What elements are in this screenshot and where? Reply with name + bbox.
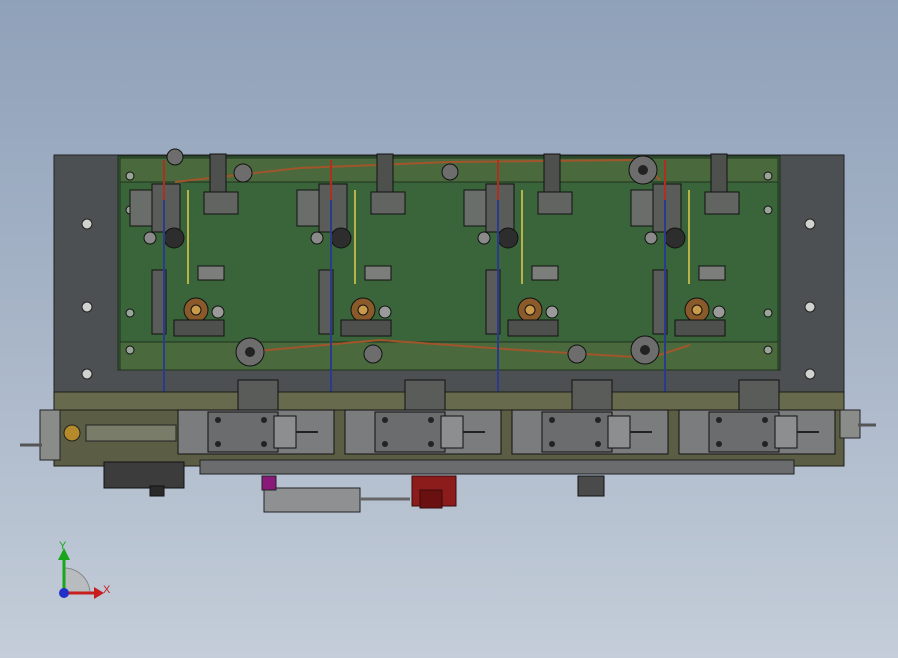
lever-arm xyxy=(698,265,726,281)
slide-end-block xyxy=(607,415,631,449)
triad-y-label: Y xyxy=(59,540,67,552)
base-clamp xyxy=(507,319,559,337)
lever-arm xyxy=(197,265,225,281)
triad-plane-patch xyxy=(63,567,91,594)
top-gripper xyxy=(710,153,728,195)
clamp-block xyxy=(652,183,682,233)
slide-bolt xyxy=(762,417,768,423)
base-clamp xyxy=(173,319,225,337)
gear-hub xyxy=(357,304,369,316)
gripper-body xyxy=(704,191,740,215)
slide-bolt xyxy=(716,441,722,447)
adjust-knob xyxy=(545,305,559,319)
slide-carriage xyxy=(237,379,279,413)
slide-end-block xyxy=(774,415,798,449)
clamp-arm xyxy=(129,189,153,227)
slide-carriage xyxy=(404,379,446,413)
slide-end-block xyxy=(440,415,464,449)
slide-bolt xyxy=(549,417,555,423)
base-end-left xyxy=(39,409,61,461)
top-gripper xyxy=(376,153,394,195)
roller-wheel xyxy=(330,227,352,249)
magenta-block xyxy=(261,475,277,491)
slide-bolt xyxy=(382,417,388,423)
top-gripper xyxy=(209,153,227,195)
slide-bolt xyxy=(595,417,601,423)
clamp-block xyxy=(485,183,515,233)
slide-bolt xyxy=(762,441,768,447)
base-end-right xyxy=(839,409,861,439)
slide-bolt xyxy=(595,441,601,447)
slide-bolt xyxy=(428,441,434,447)
lever-arm xyxy=(364,265,392,281)
top-gripper xyxy=(543,153,561,195)
cad-viewport[interactable]: Y X xyxy=(0,0,898,658)
lever-arm xyxy=(531,265,559,281)
slide-carriage xyxy=(738,379,780,413)
gripper-body xyxy=(203,191,239,215)
slide-bolt xyxy=(215,417,221,423)
adjust-knob xyxy=(378,305,392,319)
slide-bolt xyxy=(261,441,267,447)
guide-rod-left xyxy=(85,424,177,442)
idler-wheel xyxy=(644,231,658,245)
air-cylinder xyxy=(263,487,361,513)
adjust-knob xyxy=(712,305,726,319)
clamp-arm xyxy=(463,189,487,227)
roller-wheel xyxy=(664,227,686,249)
clamp-block xyxy=(151,183,181,233)
gear-hub xyxy=(524,304,536,316)
gear-hub xyxy=(190,304,202,316)
gripper-body xyxy=(370,191,406,215)
base-top-strip xyxy=(53,391,845,411)
clamp-arm xyxy=(296,189,320,227)
clamp-arm xyxy=(630,189,654,227)
gear-hub xyxy=(691,304,703,316)
gripper-body xyxy=(537,191,573,215)
triad-x-label: X xyxy=(103,584,111,596)
motor-shaft xyxy=(149,485,165,497)
bearing-left xyxy=(63,424,81,442)
base-clamp xyxy=(674,319,726,337)
slide-bolt xyxy=(261,417,267,423)
slide-bolt xyxy=(716,417,722,423)
red-cylinder-cap xyxy=(419,489,443,509)
slide-bolt xyxy=(428,417,434,423)
slide-bolt xyxy=(215,441,221,447)
idler-wheel xyxy=(310,231,324,245)
slide-carriage xyxy=(571,379,613,413)
machine-assembly[interactable] xyxy=(20,148,876,513)
slide-bolt xyxy=(382,441,388,447)
sensor-block xyxy=(577,475,605,497)
slide-end-block xyxy=(273,415,297,449)
roller-wheel xyxy=(163,227,185,249)
slide-bolt xyxy=(549,441,555,447)
bottom-slide-rail xyxy=(199,459,795,475)
clamp-block xyxy=(318,183,348,233)
idler-wheel xyxy=(143,231,157,245)
adjust-knob xyxy=(211,305,225,319)
idler-wheel xyxy=(477,231,491,245)
base-clamp xyxy=(340,319,392,337)
bottom-rail xyxy=(119,341,779,371)
coordinate-triad: Y X xyxy=(58,540,111,599)
roller-wheel xyxy=(497,227,519,249)
motor-body xyxy=(103,461,185,489)
triad-z-axis xyxy=(59,588,69,598)
